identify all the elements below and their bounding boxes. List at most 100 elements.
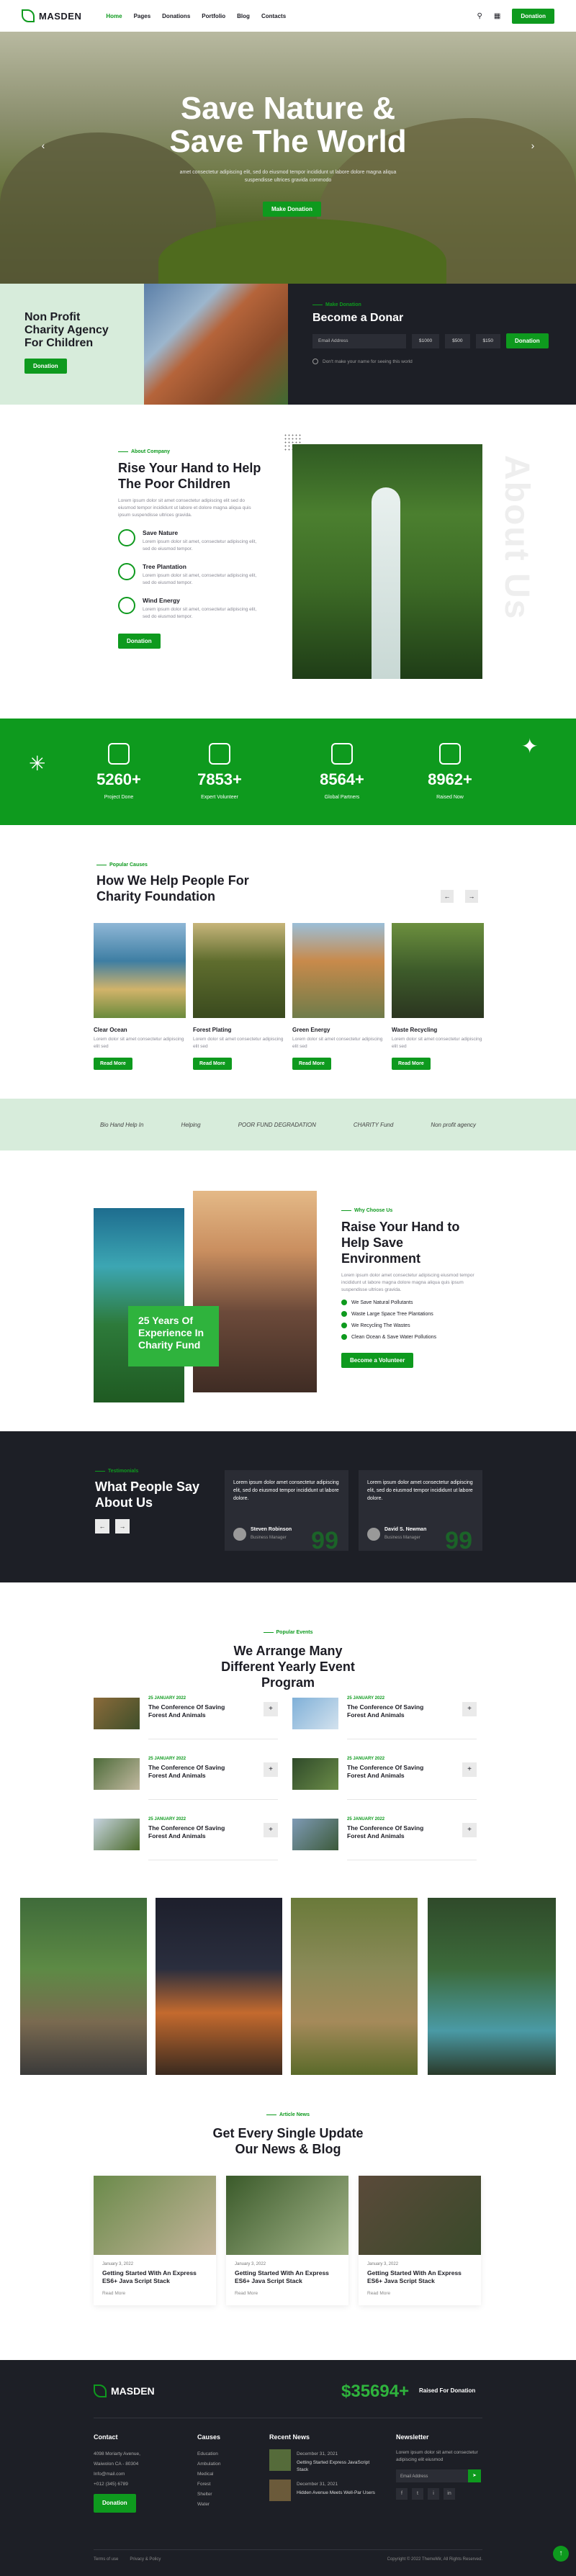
footer-donation-button[interactable]: Donation — [94, 2494, 136, 2513]
nonprofit-donation-button[interactable]: Donation — [24, 359, 67, 374]
testimonial-role: Business Manager — [384, 1536, 420, 1540]
recent-title[interactable]: Hidden Avenue Meets Well-Par Users — [297, 2490, 375, 2497]
newsletter-input[interactable]: Email Address — [396, 2469, 468, 2482]
plus-icon[interactable]: + — [264, 1762, 278, 1777]
grid-menu-icon[interactable]: ▦ — [494, 12, 500, 20]
nav-home[interactable]: Home — [106, 13, 122, 19]
causes-prev-icon[interactable]: ← — [441, 890, 454, 903]
volunteer-button[interactable]: Become a Volunteer — [341, 1353, 414, 1368]
amount-option[interactable]: $150 — [475, 333, 501, 348]
sparkle-icon: ✳ — [29, 752, 46, 775]
read-more-link[interactable]: Read More — [367, 2291, 472, 2296]
plus-icon[interactable]: + — [462, 1823, 477, 1837]
partner-logo[interactable]: Helping — [181, 1122, 200, 1128]
hero-donation-button[interactable]: Make Donation — [263, 202, 321, 217]
read-more-link[interactable]: Read More — [102, 2291, 207, 2296]
footer-link[interactable]: Medical — [197, 2469, 221, 2480]
recent-title[interactable]: Getting Started Express JavaScript Stack — [297, 2459, 377, 2474]
linkedin-icon[interactable]: in — [444, 2488, 455, 2500]
read-more-link[interactable]: Read More — [235, 2291, 340, 2296]
partner-logo[interactable]: Bio Hand Help In — [100, 1122, 143, 1128]
contact-email[interactable]: Info@mail.com — [94, 2469, 158, 2480]
event-title[interactable]: The Conference Of Saving Forest And Anim… — [148, 1764, 242, 1780]
donar-donation-button[interactable]: Donation — [506, 333, 549, 348]
plus-icon[interactable]: + — [264, 1702, 278, 1716]
wind-icon — [118, 597, 135, 614]
recent-thumb — [269, 2480, 291, 2501]
donar-email-input[interactable]: Email Address — [312, 333, 406, 348]
recent-date: December 31, 2021 — [297, 2451, 338, 2456]
cause-card: Waste Recycling Lorem dolor sit amet cons… — [392, 923, 484, 1070]
news-date: January 3, 2022 — [367, 2262, 399, 2266]
raised-label: Raised For Donation — [419, 2387, 476, 2394]
nav-contacts[interactable]: Contacts — [261, 13, 286, 19]
nav-blog[interactable]: Blog — [237, 13, 250, 19]
event-title[interactable]: The Conference Of Saving Forest And Anim… — [148, 1703, 242, 1719]
nav-donations[interactable]: Donations — [162, 13, 190, 19]
logo[interactable]: MASDEN — [22, 9, 81, 22]
stat-value: 8564+ — [320, 770, 364, 788]
feature-text: Lorem ipsum dolor sit amet, consectetur … — [143, 607, 257, 619]
main-nav: Home Pages Donations Portfolio Blog Cont… — [106, 13, 286, 19]
testimonial-prev-icon[interactable]: ← — [95, 1519, 109, 1534]
footer-logo[interactable]: MASDEN — [94, 2384, 155, 2397]
gallery-image[interactable] — [291, 1898, 418, 2075]
facebook-icon[interactable]: f — [396, 2488, 408, 2500]
plus-icon[interactable]: + — [462, 1702, 477, 1716]
amount-option[interactable]: $500 — [445, 333, 470, 348]
footer-link[interactable]: Shelter — [197, 2490, 221, 2500]
read-more-button[interactable]: Read More — [292, 1058, 331, 1070]
about-donation-button[interactable]: Donation — [118, 634, 161, 649]
events-title: We Arrange Many Different Yearly Event P… — [221, 1644, 355, 1690]
footer-link[interactable]: Water — [197, 2500, 221, 2510]
anonymous-radio[interactable] — [312, 359, 318, 364]
news-title[interactable]: Getting Started With An Express ES6+ Jav… — [367, 2269, 472, 2285]
contact-phone[interactable]: +012 (345) 6789 — [94, 2480, 158, 2490]
read-more-button[interactable]: Read More — [94, 1058, 132, 1070]
instagram-icon[interactable]: i — [428, 2488, 439, 2500]
event-item: 25 JANUARY 2022 The Conference Of Saving … — [292, 1817, 477, 1860]
footer-link[interactable]: Education — [197, 2449, 221, 2459]
gallery-image[interactable] — [156, 1898, 282, 2075]
send-icon[interactable]: ➤ — [468, 2469, 481, 2482]
testimonial-text: Lorem ipsum dolor amet consectetur adipi… — [367, 1480, 473, 1501]
cause-image — [392, 923, 484, 1018]
scroll-top-icon[interactable]: ↑ — [553, 2546, 569, 2562]
event-item: 25 JANUARY 2022 The Conference Of Saving … — [292, 1757, 477, 1800]
cause-card: Clear Ocean Lorem dolor sit amet consecte… — [94, 923, 186, 1070]
header-donation-button[interactable]: Donation — [512, 8, 554, 24]
event-title[interactable]: The Conference Of Saving Forest And Anim… — [347, 1764, 441, 1780]
event-thumb — [292, 1698, 338, 1729]
news-title[interactable]: Getting Started With An Express ES6+ Jav… — [235, 2269, 340, 2285]
partner-logo[interactable]: Non profit agency — [431, 1122, 476, 1128]
terms-link[interactable]: Terms of use — [94, 2557, 118, 2562]
privacy-link[interactable]: Privacy & Policy — [130, 2557, 161, 2562]
partner-logo[interactable]: POOR FUND DEGRADATION — [238, 1122, 316, 1128]
event-title[interactable]: The Conference Of Saving Forest And Anim… — [347, 1824, 441, 1840]
event-title[interactable]: The Conference Of Saving Forest And Anim… — [148, 1824, 242, 1840]
gallery-image[interactable] — [20, 1898, 147, 2075]
nav-pages[interactable]: Pages — [134, 13, 151, 19]
partner-logo[interactable]: CHARITY Fund — [354, 1122, 393, 1128]
cause-text: Lorem dolor sit amet consectetur adipisc… — [94, 1037, 184, 1049]
hero-section: ‹ › Save Nature & Save The World amet co… — [0, 32, 576, 284]
plus-icon[interactable]: + — [264, 1823, 278, 1837]
nav-portfolio[interactable]: Portfolio — [202, 13, 225, 19]
testimonial-next-icon[interactable]: → — [115, 1519, 130, 1534]
amount-option[interactable]: $1000 — [412, 333, 440, 348]
event-item: 25 JANUARY 2022 The Conference Of Saving … — [94, 1757, 278, 1800]
footer-link[interactable]: Ambulation — [197, 2459, 221, 2469]
twitter-icon[interactable]: t — [412, 2488, 423, 2500]
nonprofit-title: Non Profit Charity Agency For Children — [24, 311, 109, 349]
causes-tag: Popular Causes — [96, 863, 148, 868]
gallery-image[interactable] — [428, 1898, 556, 2075]
event-title[interactable]: The Conference Of Saving Forest And Anim… — [347, 1703, 441, 1719]
cause-text: Lorem dolor sit amet consectetur adipisc… — [392, 1037, 482, 1049]
footer-link[interactable]: Forest — [197, 2480, 221, 2490]
read-more-button[interactable]: Read More — [193, 1058, 232, 1070]
read-more-button[interactable]: Read More — [392, 1058, 431, 1070]
causes-next-icon[interactable]: → — [465, 890, 478, 903]
plus-icon[interactable]: + — [462, 1762, 477, 1777]
news-title[interactable]: Getting Started With An Express ES6+ Jav… — [102, 2269, 207, 2285]
search-icon[interactable]: ⚲ — [477, 12, 482, 20]
